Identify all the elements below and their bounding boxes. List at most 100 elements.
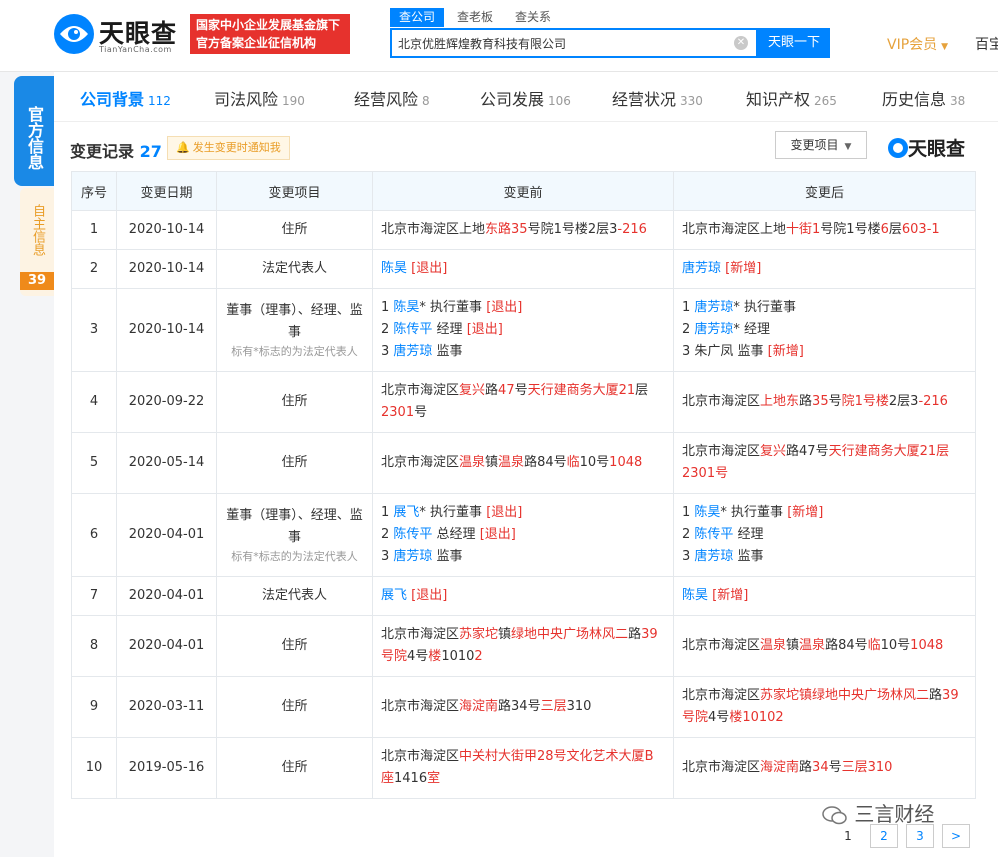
- item-label: 住所: [281, 760, 308, 775]
- changed-text: [退出]: [486, 300, 523, 315]
- slogan-line-2: 官方备案企业征信机构: [196, 36, 317, 50]
- item-label: 董事（理事）、经理、监事: [226, 303, 363, 340]
- tab-search-boss[interactable]: 查老板: [448, 8, 502, 27]
- person-link[interactable]: 陈昊: [381, 261, 407, 276]
- cell-no: 1: [71, 210, 117, 250]
- nav-company-background[interactable]: 公司背景 112: [80, 86, 171, 110]
- changed-text: 东路35: [485, 222, 528, 237]
- person-link[interactable]: 陈昊: [694, 505, 720, 520]
- person-link[interactable]: 陈传平: [694, 527, 733, 542]
- search-input[interactable]: [392, 30, 722, 56]
- item-label: 住所: [281, 455, 308, 470]
- table-row: 9 2020-03-11 住所 北京市海淀区海淀南路34号三层310 北京市海淀区苏家坨…: [71, 676, 976, 738]
- person-link[interactable]: 唐芳琼: [682, 261, 721, 276]
- text-segment: 3 朱广凤 监事: [682, 344, 768, 359]
- change-item-filter[interactable]: 变更项目 ▼: [775, 131, 867, 159]
- person-link[interactable]: 陈传平: [393, 527, 432, 542]
- text-segment: * 执行董事: [419, 300, 487, 315]
- after-line: 北京市海淀区上地东路35号院1号楼2层3-216: [682, 391, 967, 413]
- changed-text: [新增]: [721, 261, 762, 276]
- text-segment: 1: [381, 505, 394, 520]
- person-link[interactable]: 唐芳琼: [694, 322, 733, 337]
- text-segment: * 执行董事: [733, 300, 797, 315]
- before-line: 1 陈昊* 执行董事 [退出]: [381, 297, 665, 319]
- person-link[interactable]: 唐芳琼: [694, 300, 733, 315]
- item-label: 住所: [281, 699, 308, 714]
- person-link[interactable]: 陈昊: [682, 588, 708, 603]
- text-segment: 监事: [432, 549, 463, 564]
- changed-text: [退出]: [407, 261, 448, 276]
- cell-no: 4: [71, 371, 117, 433]
- nav-label: 经营状况: [612, 90, 677, 109]
- person-link[interactable]: 唐芳琼: [393, 549, 432, 564]
- cell-item: 住所: [216, 371, 373, 433]
- slogan-line-1: 国家中小企业发展基金旗下: [196, 18, 341, 32]
- nav-label: 公司发展: [480, 90, 545, 109]
- nav-intellectual-property[interactable]: 知识产权 265: [746, 86, 837, 110]
- person-link[interactable]: 陈传平: [393, 322, 432, 337]
- header-item: 变更项目: [216, 171, 373, 211]
- page-1[interactable]: 1: [834, 825, 862, 849]
- table-row: 1 2020-10-14 住所 北京市海淀区上地东路35号院1号楼2层3-216 北京市…: [71, 210, 976, 250]
- text-segment: 2层3: [888, 394, 919, 409]
- cell-after: 1 唐芳琼* 执行董事 2 唐芳琼* 经理 3 朱广凤 监事 [新增]: [673, 288, 976, 372]
- cell-after: 陈昊 [新增]: [673, 576, 976, 616]
- text-segment: 路47号: [786, 444, 829, 459]
- cell-after: 北京市海淀区复兴路47号天行建商务大厦21层 2301号: [673, 432, 976, 494]
- cell-after: 北京市海淀区上地十街1号院1号楼6层603-1: [673, 210, 976, 250]
- changed-text: 天行建商务大厦: [828, 444, 920, 459]
- nav-company-development[interactable]: 公司发展 106: [480, 86, 571, 110]
- person-link[interactable]: 陈昊: [393, 300, 419, 315]
- search-type-tabs: 查公司 查老板 查关系: [390, 8, 564, 28]
- section-title: 变更记录 27: [70, 138, 162, 162]
- nav-count: 330: [680, 94, 703, 108]
- changed-text: 复兴: [459, 383, 486, 398]
- person-link[interactable]: 展飞: [393, 505, 419, 520]
- text-segment: 10号: [579, 455, 610, 470]
- clear-icon[interactable]: ✕: [734, 36, 748, 50]
- person-link[interactable]: 唐芳琼: [694, 549, 733, 564]
- text-segment: 1416: [394, 771, 428, 786]
- vip-menu[interactable]: VIP会员 ▼: [887, 34, 948, 54]
- cell-after: 1 陈昊* 执行董事 [新增] 2 陈传平 经理 3 唐芳琼 监事: [673, 493, 976, 577]
- side-tab-official-info[interactable]: 官方信息: [14, 76, 54, 186]
- item-note: 标有*标志的为法定代表人: [231, 550, 358, 563]
- before-line: 3 唐芳琼 监事: [381, 546, 665, 568]
- cell-item: 董事（理事）、经理、监事 标有*标志的为法定代表人: [216, 288, 373, 372]
- nav-count: 8: [422, 94, 430, 108]
- text-segment: * 执行董事: [419, 505, 487, 520]
- header-before: 变更前: [372, 171, 674, 211]
- cell-item: 住所: [216, 676, 373, 738]
- text-segment: 路34号: [498, 699, 541, 714]
- item-label: 住所: [281, 222, 308, 237]
- nav-operation-risk[interactable]: 经营风险 8: [354, 86, 430, 110]
- before-line: 北京市海淀区苏家坨镇绿地中央广场林风二路39号院4号楼10102: [381, 624, 665, 668]
- side-tab-self-info[interactable]: 自主信息 39: [20, 188, 54, 296]
- notify-button[interactable]: 🔔 发生变更时通知我: [167, 136, 290, 160]
- cell-before: 北京市海淀区中关村大街甲28号文化艺术大厦B座1416室: [372, 737, 674, 799]
- nav-label: 司法风险: [214, 90, 279, 109]
- changed-text: 绿地中央广场林风二: [511, 627, 629, 642]
- person-link[interactable]: 展飞: [381, 588, 407, 603]
- nav-history-info[interactable]: 历史信息 38: [882, 86, 965, 110]
- changed-text: 三层: [540, 699, 567, 714]
- text-segment: 3: [381, 549, 394, 564]
- changed-text: [退出]: [479, 527, 516, 542]
- tianyancha-logo[interactable]: 天眼查 TianYanCha.com: [54, 14, 184, 54]
- person-link[interactable]: 唐芳琼: [393, 344, 432, 359]
- changed-text: [新增]: [787, 505, 824, 520]
- text-segment: 号: [414, 405, 428, 420]
- nav-legal-risk[interactable]: 司法风险 190: [214, 86, 305, 110]
- tab-search-relation[interactable]: 查关系: [506, 8, 560, 27]
- next-page-button[interactable]: >: [942, 824, 970, 848]
- more-link[interactable]: 百宝: [975, 34, 998, 54]
- text-segment: 北京市海淀区: [381, 749, 460, 764]
- cell-item: 住所: [216, 737, 373, 799]
- section-count: 27: [139, 142, 162, 161]
- text-segment: 3: [381, 344, 394, 359]
- text-segment: 北京市海淀区: [682, 444, 761, 459]
- changed-text: [退出]: [407, 588, 448, 603]
- tab-search-company[interactable]: 查公司: [390, 8, 445, 27]
- nav-operation-status[interactable]: 经营状况 330: [612, 86, 703, 110]
- search-button[interactable]: 天眼一下: [758, 28, 830, 58]
